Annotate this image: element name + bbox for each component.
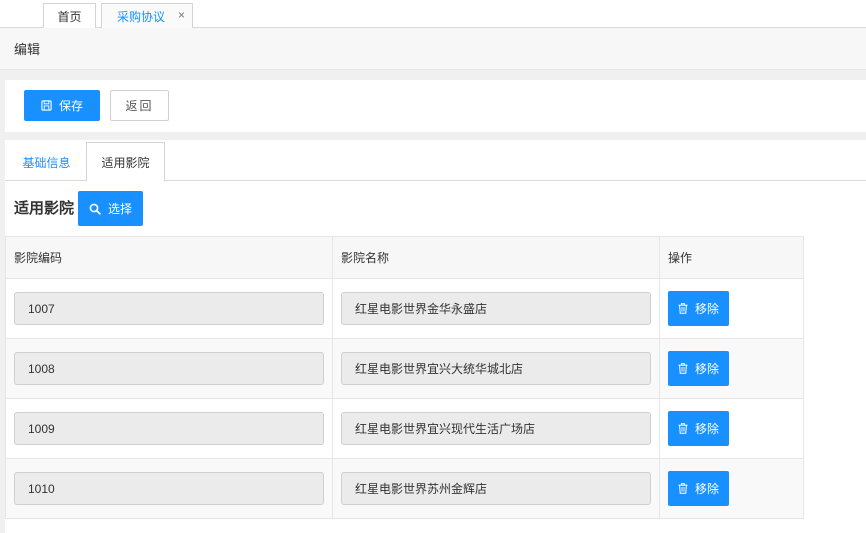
- name-cell: 红星电影世界宜兴大统华城北店: [333, 339, 660, 398]
- main-content: 基础信息 适用影院 适用影院 选择 影院编码 影院名称 操作 1007 红星电影…: [5, 140, 866, 533]
- name-cell: 红星电影世界苏州金辉店: [333, 459, 660, 518]
- trash-icon: [678, 303, 688, 314]
- back-button[interactable]: 返回: [110, 90, 169, 121]
- table-row: 1008 红星电影世界宜兴大统华城北店 移除: [6, 339, 803, 399]
- action-cell: 移除: [660, 279, 803, 338]
- select-button-label: 选择: [107, 202, 132, 216]
- cinema-code-field[interactable]: 1007: [14, 292, 324, 325]
- tab-purchase-agreement[interactable]: 采购协议 ×: [101, 3, 193, 28]
- save-button[interactable]: 保存: [24, 90, 100, 121]
- remove-button[interactable]: 移除: [668, 351, 729, 386]
- trash-icon: [678, 423, 688, 434]
- action-cell: 移除: [660, 339, 803, 398]
- code-cell: 1009: [6, 399, 333, 458]
- section-title: 适用影院: [14, 200, 75, 217]
- cinema-code-field[interactable]: 1010: [14, 472, 324, 505]
- name-cell: 红星电影世界金华永盛店: [333, 279, 660, 338]
- remove-button-label: 移除: [694, 302, 719, 316]
- column-header-code[interactable]: 影院编码: [6, 237, 333, 278]
- page-tab-bar: 首页 采购协议 ×: [0, 0, 866, 28]
- close-icon[interactable]: ×: [178, 8, 185, 22]
- remove-button-label: 移除: [694, 482, 719, 496]
- toolbar: 保存 返回: [5, 80, 866, 132]
- tab-basic-info-label: 基础信息: [22, 155, 71, 170]
- column-header-name[interactable]: 影院名称: [333, 237, 660, 278]
- page-title: 编辑: [14, 42, 41, 57]
- remove-button[interactable]: 移除: [668, 411, 729, 446]
- cinema-name-field[interactable]: 红星电影世界金华永盛店: [341, 292, 651, 325]
- tab-applicable-cinemas-label: 适用影院: [101, 155, 150, 170]
- cinema-name-field[interactable]: 红星电影世界宜兴现代生活广场店: [341, 412, 651, 445]
- cinema-table: 影院编码 影院名称 操作 1007 红星电影世界金华永盛店 移除 1008 红星…: [5, 236, 804, 519]
- remove-button[interactable]: 移除: [668, 291, 729, 326]
- save-button-label: 保存: [58, 99, 83, 113]
- code-cell: 1010: [6, 459, 333, 518]
- tab-home[interactable]: 首页: [43, 3, 96, 28]
- table-row: 1010 红星电影世界苏州金辉店 移除: [6, 459, 803, 519]
- tab-basic-info[interactable]: 基础信息: [9, 142, 84, 182]
- back-button-label: 返回: [125, 99, 154, 113]
- column-header-action: 操作: [668, 251, 693, 265]
- save-icon: [41, 100, 52, 111]
- action-cell: 移除: [660, 459, 803, 518]
- table-row: 1009 红星电影世界宜兴现代生活广场店 移除: [6, 399, 803, 459]
- cinema-code-field[interactable]: 1009: [14, 412, 324, 445]
- table-row: 1007 红星电影世界金华永盛店 移除: [6, 279, 803, 339]
- page-header: 编辑: [0, 28, 866, 70]
- cinema-code-field[interactable]: 1008: [14, 352, 324, 385]
- tab-purchase-agreement-label: 采购协议: [117, 9, 166, 24]
- code-cell: 1007: [6, 279, 333, 338]
- trash-icon: [678, 363, 688, 374]
- tab-home-label: 首页: [57, 9, 82, 24]
- action-cell: 移除: [660, 399, 803, 458]
- name-cell: 红星电影世界宜兴现代生活广场店: [333, 399, 660, 458]
- remove-button[interactable]: 移除: [668, 471, 729, 506]
- remove-button-label: 移除: [694, 362, 719, 376]
- content-tab-bar: 基础信息 适用影院: [5, 140, 866, 182]
- trash-icon: [678, 483, 688, 494]
- table-header: 影院编码 影院名称 操作: [6, 237, 803, 279]
- tab-applicable-cinemas[interactable]: 适用影院: [86, 142, 165, 182]
- remove-button-label: 移除: [694, 422, 719, 436]
- select-button[interactable]: 选择: [78, 191, 143, 226]
- cinema-name-field[interactable]: 红星电影世界苏州金辉店: [341, 472, 651, 505]
- search-icon: [89, 203, 101, 215]
- code-cell: 1008: [6, 339, 333, 398]
- cinema-name-field[interactable]: 红星电影世界宜兴大统华城北店: [341, 352, 651, 385]
